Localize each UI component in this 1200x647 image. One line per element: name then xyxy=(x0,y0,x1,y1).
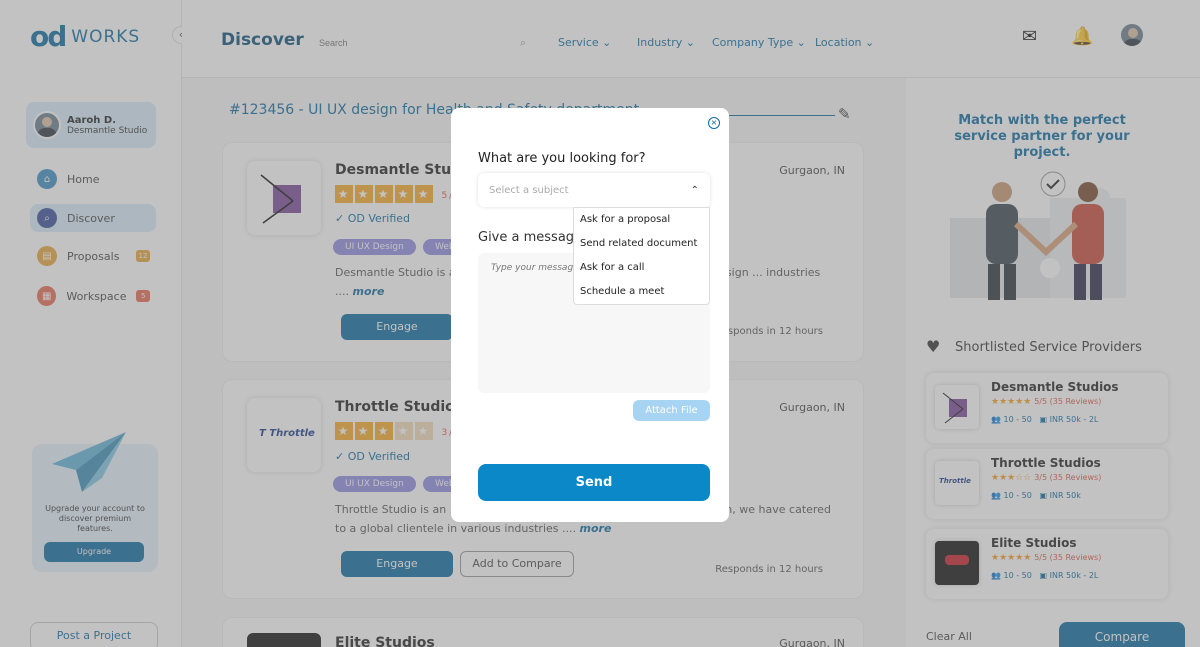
message-label: Give a message xyxy=(478,230,583,245)
modal-question: What are you looking for? xyxy=(478,151,646,166)
option-ask-call[interactable]: Ask for a call xyxy=(574,260,709,284)
chevron-up-icon: ⌃ xyxy=(690,184,699,196)
select-placeholder: Select a subject xyxy=(489,184,569,196)
option-ask-proposal[interactable]: Ask for a proposal xyxy=(574,212,709,236)
option-send-document[interactable]: Send related document xyxy=(574,236,709,260)
attach-file-button[interactable]: Attach File xyxy=(633,400,710,421)
engage-modal: × What are you looking for? Select a sub… xyxy=(451,108,729,522)
option-schedule-meet[interactable]: Schedule a meet xyxy=(574,284,709,308)
subject-dropdown: Ask for a proposal Send related document… xyxy=(573,207,710,305)
subject-select[interactable]: Select a subject ⌃ xyxy=(478,173,710,207)
close-icon[interactable]: × xyxy=(708,117,720,129)
send-button[interactable]: Send xyxy=(478,464,710,501)
